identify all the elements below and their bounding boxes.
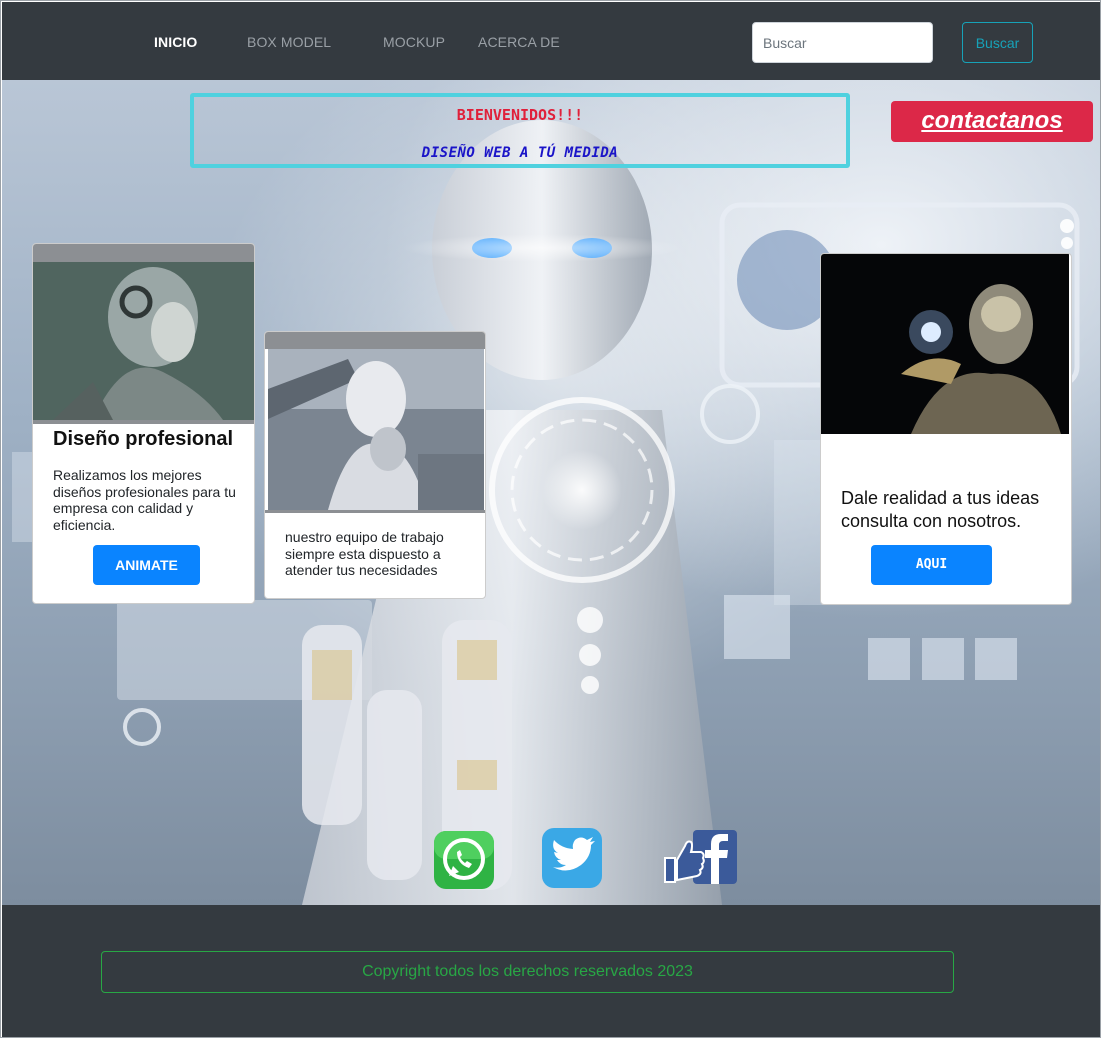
aqui-button[interactable]: AQUI <box>871 545 992 585</box>
welcome-title: BIENVENIDOS!!! <box>456 106 584 124</box>
nav-link-inicio[interactable]: INICIO <box>154 34 197 50</box>
card-text: Realizamos los mejores diseños profesion… <box>53 467 236 533</box>
search-input[interactable] <box>752 22 933 63</box>
contact-button[interactable]: contactanos <box>891 101 1093 142</box>
card-title: Diseño profesional <box>53 428 234 450</box>
twitter-icon[interactable] <box>541 827 603 894</box>
welcome-banner: BIENVENIDOS!!! DISEÑO WEB A TÚ MEDIDA <box>190 93 850 168</box>
card-text: Dale realidad a tus ideas consulta con n… <box>841 488 1040 531</box>
gold-robot-image <box>821 254 1069 434</box>
thinking-robot-image <box>268 349 484 510</box>
card-image-topbar <box>265 332 485 349</box>
nav-link-box-model[interactable]: BOX MODEL <box>247 34 331 50</box>
navbar: INICIO BOX MODEL MOCKUP ACERCA DE Buscar <box>2 2 1100 80</box>
card-diseno-profesional: Diseño profesional Realizamos los mejore… <box>32 243 255 604</box>
card-image-bottombar <box>33 420 254 424</box>
footer: Copyright todos los derechos reservados … <box>2 905 1100 1037</box>
facebook-icon[interactable] <box>663 828 739 891</box>
female-cyborg-image <box>33 262 254 420</box>
page-frame: INICIO BOX MODEL MOCKUP ACERCA DE Buscar <box>0 0 1101 1038</box>
hero-section: BIENVENIDOS!!! DISEÑO WEB A TÚ MEDIDA co… <box>2 80 1100 905</box>
card-image-bottombar <box>265 510 485 513</box>
card-text: nuestro equipo de trabajo siempre esta d… <box>285 529 444 578</box>
animate-button[interactable]: ANIMATE <box>93 545 200 585</box>
card-equipo: nuestro equipo de trabajo siempre esta d… <box>264 331 486 599</box>
card-image-topbar <box>33 244 254 262</box>
whatsapp-icon[interactable] <box>433 830 495 895</box>
copyright-notice: Copyright todos los derechos reservados … <box>101 951 954 993</box>
search-button[interactable]: Buscar <box>962 22 1033 63</box>
card-contacto: Dale realidad a tus ideas consulta con n… <box>820 253 1072 605</box>
welcome-subtitle: DISEÑO WEB A TÚ MEDIDA <box>421 145 619 161</box>
nav-link-mockup[interactable]: MOCKUP <box>383 34 445 50</box>
nav-link-acerca-de[interactable]: ACERCA DE <box>478 34 560 50</box>
